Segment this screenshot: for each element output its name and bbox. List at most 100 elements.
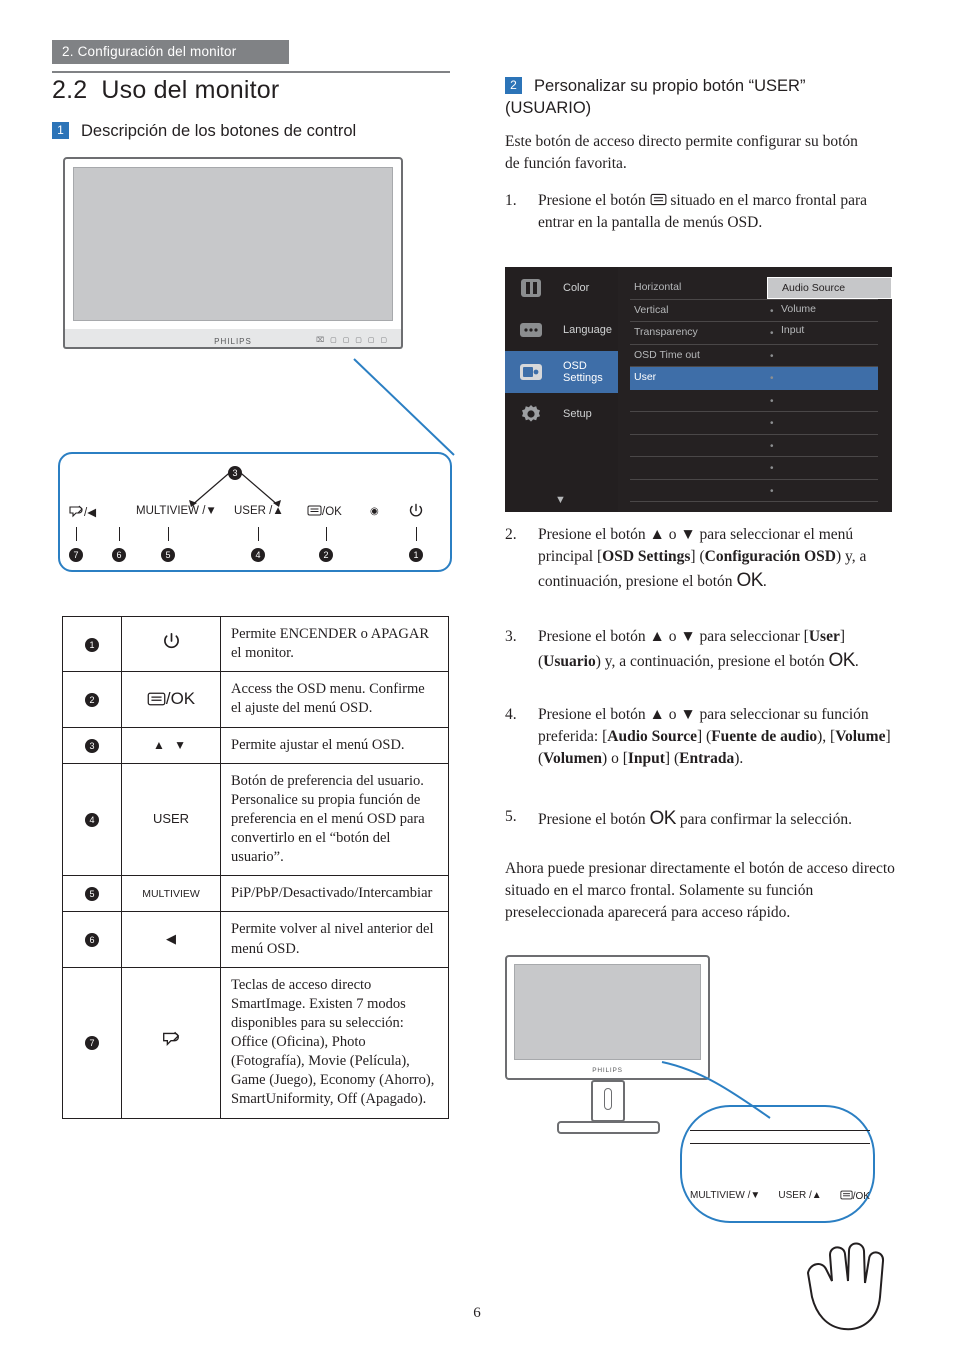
menu-icon <box>650 193 666 206</box>
step-3-text: Presione el botón ▲ o ▼ para seleccionar… <box>538 628 859 671</box>
bottom-label-multiview: MULTIVIEW /▼ <box>690 1190 761 1201</box>
philips-logo: PHILIPS <box>592 1067 623 1074</box>
smartimage-icon <box>163 1031 180 1046</box>
subsection-1-title: Descripción de los botones de control <box>81 122 357 140</box>
power-led-icon: ◉ <box>370 506 379 517</box>
header-rule <box>52 71 450 73</box>
button-num-1: 1 <box>409 545 423 563</box>
osd-submenu-dot: • <box>770 440 774 452</box>
section-number: 2.2 <box>52 76 88 104</box>
subsection-1-number: 1 <box>52 122 69 139</box>
osd-value-volume[interactable]: Volume <box>767 299 892 321</box>
row-description: Permite volver al nivel anterior del men… <box>220 911 449 968</box>
control-buttons-table: 1 Permite ENCENDER o APAGAR el monitor. … <box>62 615 449 1119</box>
step-4-number: 4. <box>505 706 517 723</box>
row-number: 7 <box>62 966 122 1119</box>
osd-menu-label: OSD Settings <box>563 360 603 384</box>
osd-submenu-item-osd-time-out[interactable]: OSD Time out • <box>630 345 878 367</box>
menu-icon <box>147 692 166 706</box>
step-3-number: 3. <box>505 628 517 645</box>
osd-menu-label: Setup <box>563 408 592 420</box>
table-row: 5 MULTIVIEW PiP/PbP/Desactivado/Intercam… <box>62 875 449 913</box>
row-icon <box>121 615 221 673</box>
osd-value-audio-source[interactable]: Audio Source <box>767 277 892 299</box>
row-icon-text: /OK <box>165 689 196 709</box>
subsection-2-title-line2: (USUARIO) <box>505 99 592 118</box>
running-header: 2. Configuración del monitor <box>52 40 289 64</box>
osd-settings-icon <box>517 359 545 385</box>
section-heading: 2.2 Uso del monitor <box>52 76 279 105</box>
monitor2-screen <box>514 964 701 1060</box>
table-row: 2 /OK Access the OSD menu. Confirme el a… <box>62 671 449 728</box>
row-icon-text: USER <box>152 810 190 826</box>
osd-value-label: Volume <box>781 302 817 315</box>
row-number: 5 <box>62 875 122 913</box>
osd-submenu-dot: • <box>770 373 774 384</box>
row-icon: ▲ ▼ <box>121 726 221 764</box>
button-num-4: 4 <box>251 545 265 563</box>
button-num-6: 6 <box>112 545 126 563</box>
button-num-2: 2 <box>319 545 333 563</box>
page: 2. Configuración del monitor 2.2 Uso del … <box>0 0 954 1350</box>
table-row: 4 USER Botón de preferencia del usuario.… <box>62 762 449 877</box>
callout-leader-line <box>353 358 455 456</box>
osd-menu-item-osd-settings[interactable]: OSD Settings <box>505 351 618 393</box>
tick-6 <box>119 527 120 541</box>
smartimage-icon <box>69 505 83 518</box>
osd-submenu-dot: • <box>770 463 774 474</box>
button-label-4: USER /▲ <box>234 505 284 517</box>
tick-4 <box>258 527 259 541</box>
button-label-1 <box>409 503 423 521</box>
button-label-2: /OK <box>307 505 342 518</box>
osd-scroll-down-icon[interactable]: ▼ <box>555 494 566 506</box>
control-buttons-row: /◀ 7 6 MULTIVIEW /▼ 5 USER /▲ 4 /OK 2 ◉ <box>58 503 452 575</box>
table-row: 6 ◀ Permite volver al nivel anterior del… <box>62 911 449 968</box>
osd-value-list: Audio Source Volume Input <box>767 277 892 342</box>
row-description: Permite ajustar el menú OSD. <box>220 726 449 764</box>
osd-submenu-label: OSD Time out <box>634 348 700 361</box>
row-icon: MULTIVIEW <box>121 875 221 913</box>
closing-paragraph: Ahora puede presionar directamente el bo… <box>505 860 895 921</box>
step-1-number: 1. <box>505 192 517 209</box>
setup-icon <box>517 401 545 427</box>
osd-value-input[interactable]: Input <box>767 320 892 342</box>
step-2: 2. Presione el botón ▲ o ▼ para seleccio… <box>505 524 900 595</box>
power-icon <box>163 633 179 649</box>
power-icon <box>409 503 423 517</box>
osd-submenu-label: Transparency <box>634 326 698 338</box>
osd-submenu-label: Vertical <box>634 303 669 316</box>
menu-icon <box>840 1190 853 1200</box>
osd-submenu-item-blank: • <box>630 480 878 502</box>
step-1: 1. Presione el botón situado en el marco… <box>505 190 895 234</box>
row-number: 4 <box>62 762 122 877</box>
subsection-1-heading: 1 Descripción de los botones de control <box>52 122 356 141</box>
step-2-number: 2. <box>505 526 517 543</box>
bottom-callout-labels: MULTIVIEW /▼ USER /▲ /OK <box>690 1190 870 1202</box>
osd-submenu-dot: • <box>770 395 774 407</box>
row-icon: /OK <box>121 671 221 728</box>
osd-menu-item-color[interactable]: Color <box>505 267 618 309</box>
monitor2-base <box>557 1121 660 1134</box>
row-description: Access the OSD menu. Confirme el ajuste … <box>220 671 449 728</box>
page-number: 6 <box>473 1305 481 1321</box>
row-icon <box>121 966 221 1119</box>
table-row: 7 Teclas de acceso directo SmartImage. E… <box>62 966 449 1119</box>
osd-value-label: Input <box>781 324 805 336</box>
row-description: Permite ENCENDER o APAGAR el monitor. <box>220 615 449 673</box>
step-5-number: 5. <box>505 808 517 825</box>
bottom-callout-lines <box>690 1130 870 1156</box>
philips-logo: PHILIPS <box>214 337 252 346</box>
button-num-5: 5 <box>161 545 175 563</box>
menu-icon <box>307 505 322 516</box>
row-icon: USER <box>121 762 221 877</box>
button-label-7: /◀ <box>68 505 96 519</box>
osd-submenu-item-user[interactable]: User • <box>630 367 878 390</box>
row-icon-text: ▲ ▼ <box>152 737 190 752</box>
osd-menu-item-language[interactable]: Language <box>505 309 618 351</box>
step-4-text: Presione el botón ▲ o ▼ para seleccionar… <box>538 706 891 767</box>
osd-submenu-label: Horizontal <box>634 281 682 293</box>
monitor-screen <box>73 167 393 321</box>
tick-5 <box>168 527 169 541</box>
osd-submenu-item-blank: • <box>630 390 878 412</box>
osd-menu-item-setup[interactable]: Setup <box>505 393 618 435</box>
